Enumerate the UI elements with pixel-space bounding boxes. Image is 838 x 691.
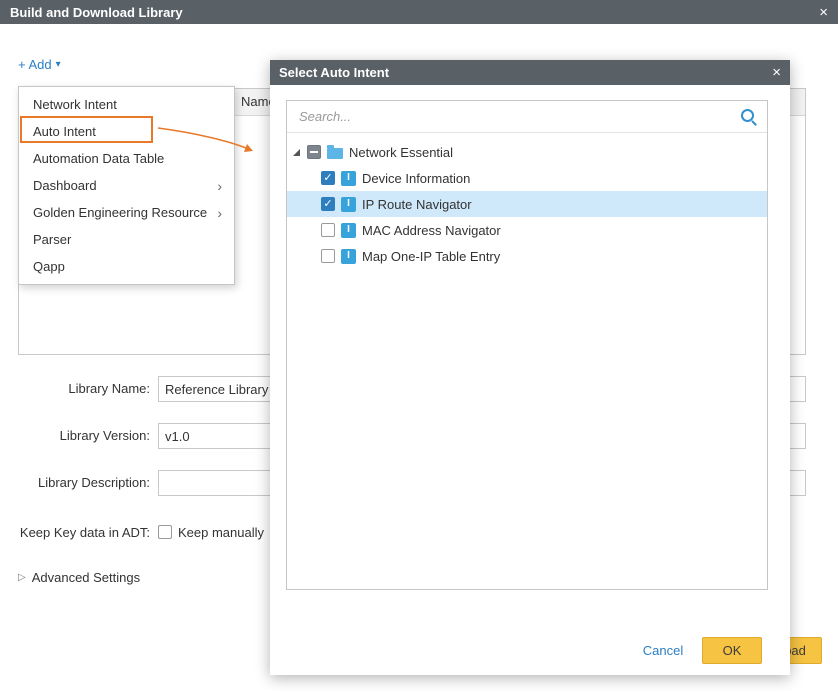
expander-icon[interactable] <box>293 149 300 156</box>
add-button[interactable]: + Add ▾ <box>18 57 61 72</box>
menu-item-network-intent[interactable]: Network Intent <box>19 91 234 118</box>
tree-label: Network Essential <box>349 145 453 160</box>
menu-item-dashboard[interactable]: Dashboard › <box>19 172 234 199</box>
tree-row-ip-route-navigator[interactable]: ✓ I IP Route Navigator <box>287 191 767 217</box>
tree-row-mac-address-navigator[interactable]: I MAC Address Navigator <box>287 217 767 243</box>
intent-icon: I <box>341 197 356 212</box>
dialog-titlebar: Select Auto Intent × <box>270 60 790 85</box>
checkbox-checked[interactable]: ✓ <box>321 197 335 211</box>
keep-key-label: Keep Key data in ADT: <box>0 525 150 540</box>
intent-tree: Network Essential ✓ I Device Information… <box>287 133 767 269</box>
intent-icon: I <box>341 223 356 238</box>
search-icon[interactable] <box>740 108 757 125</box>
folder-icon <box>327 148 343 159</box>
ok-button[interactable]: OK <box>702 637 762 664</box>
keep-key-row: Keep Key data in ADT: Keep manually <box>0 521 264 543</box>
intent-tree-panel: Network Essential ✓ I Device Information… <box>286 100 768 590</box>
cancel-button[interactable]: Cancel <box>636 637 690 664</box>
library-description-label: Library Description: <box>0 470 150 496</box>
checkbox-indeterminate[interactable] <box>307 145 321 159</box>
tree-row-network-essential[interactable]: Network Essential <box>287 139 767 165</box>
tree-label: IP Route Navigator <box>362 197 472 212</box>
tree-label: Device Information <box>362 171 470 186</box>
advanced-settings-toggle[interactable]: ▷ Advanced Settings <box>18 570 140 585</box>
library-name-label: Library Name: <box>0 376 150 402</box>
menu-item-parser[interactable]: Parser <box>19 226 234 253</box>
window-titlebar: Build and Download Library × <box>0 0 838 24</box>
checkbox-unchecked[interactable] <box>321 223 335 237</box>
advanced-settings-label: Advanced Settings <box>32 570 140 585</box>
dialog-close-icon[interactable]: × <box>772 65 781 80</box>
menu-item-golden-engineering-resource[interactable]: Golden Engineering Resource › <box>19 199 234 226</box>
keep-manually-label: Keep manually <box>178 525 264 540</box>
tree-row-device-information[interactable]: ✓ I Device Information <box>287 165 767 191</box>
library-version-label: Library Version: <box>0 423 150 449</box>
expand-arrow-icon: ▷ <box>18 573 26 583</box>
window-close-icon[interactable]: × <box>819 5 828 20</box>
chevron-right-icon: › <box>217 179 222 193</box>
add-dropdown-menu: Network Intent Auto Intent Automation Da… <box>18 86 235 285</box>
checkbox-checked[interactable]: ✓ <box>321 171 335 185</box>
tree-label: MAC Address Navigator <box>362 223 501 238</box>
build-download-library-window: Build and Download Library × + Add ▾ Nam… <box>0 0 838 691</box>
intent-icon: I <box>341 249 356 264</box>
search-bar <box>287 101 767 133</box>
checkbox-unchecked[interactable] <box>321 249 335 263</box>
tree-label: Map One-IP Table Entry <box>362 249 500 264</box>
menu-item-automation-data-table[interactable]: Automation Data Table <box>19 145 234 172</box>
menu-item-auto-intent[interactable]: Auto Intent <box>19 118 234 145</box>
chevron-right-icon: › <box>217 206 222 220</box>
chevron-down-icon: ▾ <box>56 60 61 70</box>
keep-manually-checkbox[interactable] <box>158 525 172 539</box>
tree-row-map-one-ip-table-entry[interactable]: I Map One-IP Table Entry <box>287 243 767 269</box>
search-input[interactable] <box>297 108 732 125</box>
select-auto-intent-dialog: Select Auto Intent × Network Essential ✓… <box>270 60 790 675</box>
add-button-label: + Add <box>18 57 52 72</box>
dialog-title: Select Auto Intent <box>279 65 389 80</box>
menu-item-qapp[interactable]: Qapp <box>19 253 234 280</box>
window-title: Build and Download Library <box>10 5 183 20</box>
intent-icon: I <box>341 171 356 186</box>
